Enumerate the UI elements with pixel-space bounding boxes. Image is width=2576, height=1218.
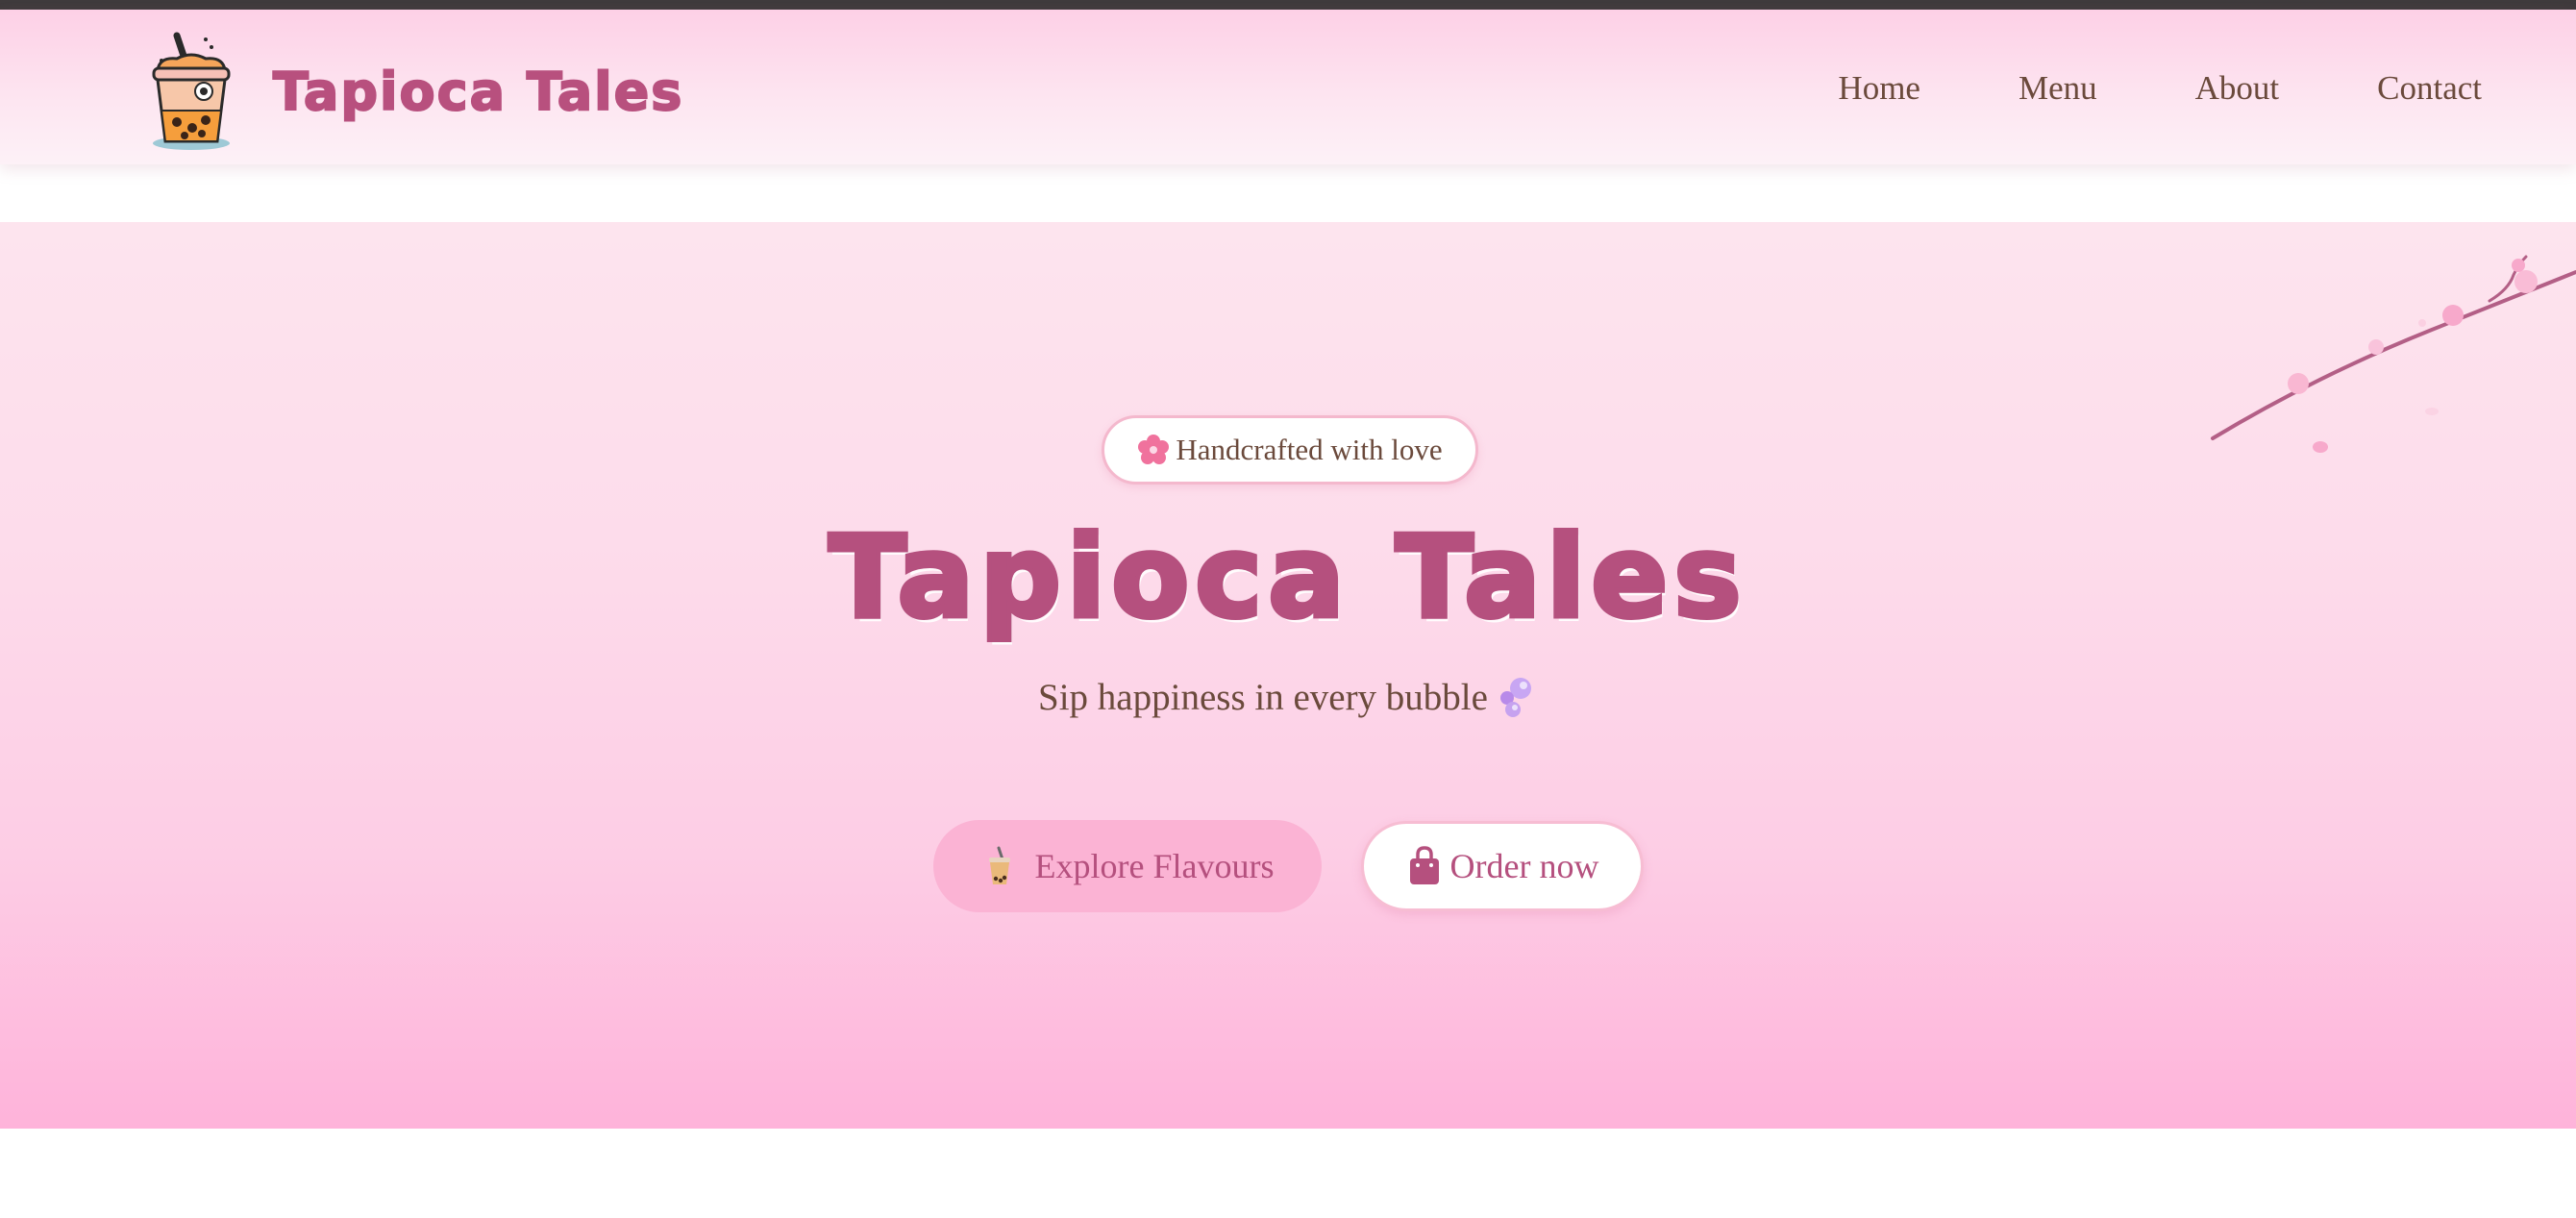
nav-about[interactable]: About: [2195, 69, 2280, 108]
bubble-tea-icon: [988, 846, 1010, 884]
nav-menu[interactable]: Menu: [2019, 69, 2097, 108]
tagline: Sip happiness in every bubble: [0, 675, 2576, 719]
brand-name: Tapioca Tales: [272, 61, 684, 123]
nav-home[interactable]: Home: [1838, 69, 1920, 108]
boba-cup-icon: [152, 32, 231, 150]
main-nav: Home Menu About Contact: [1838, 69, 2482, 108]
shopping-bag-icon: [1409, 846, 1439, 884]
hero-title: Tapioca Tales: [827, 509, 1747, 646]
order-now-button[interactable]: Order now: [1361, 821, 1644, 911]
explore-flavours-label: Explore Flavours: [1034, 847, 1275, 885]
logo-link[interactable]: Tapioca Tales: [148, 29, 683, 154]
nav-contact[interactable]: Contact: [2377, 69, 2482, 108]
hero-section: Handcrafted with love Tapioca Tales Sip …: [0, 222, 2576, 1129]
site-header: Tapioca Tales Home Menu About Contact: [0, 10, 2576, 164]
browser-top-bar: [0, 0, 2576, 10]
handcrafted-badge: Handcrafted with love: [1102, 415, 1478, 485]
order-now-label: Order now: [1449, 847, 1599, 885]
cherry-blossom-branch: [2211, 255, 2576, 453]
explore-flavours-button[interactable]: Explore Flavours: [933, 820, 1322, 912]
bubbles-icon: [1499, 678, 1531, 717]
cherry-blossom-icon: [1138, 435, 1170, 464]
badge-label: Handcrafted with love: [1176, 433, 1443, 466]
tagline-text: Sip happiness in every bubble: [1038, 676, 1488, 718]
